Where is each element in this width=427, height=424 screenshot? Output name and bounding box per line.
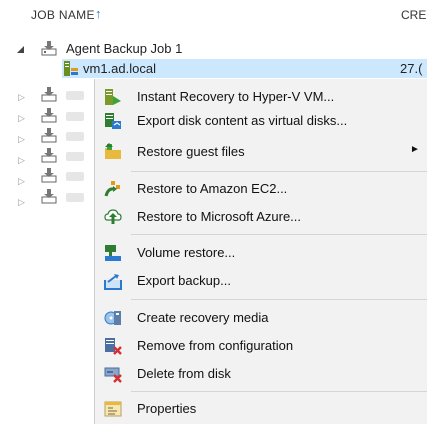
menu-item-label: Restore to Microsoft Azure...	[137, 209, 302, 224]
menu-item-remove-from-configuration[interactable]: Remove from configuration	[95, 334, 427, 358]
agent-backup-icon	[41, 128, 57, 143]
recovery-media-icon	[104, 311, 121, 325]
agent-backup-icon	[41, 189, 57, 204]
menu-item-label: Export disk content as virtual disks...	[137, 113, 348, 128]
expanded-arrow-icon[interactable]	[17, 46, 25, 54]
agent-backup-icon	[41, 41, 57, 56]
collapsed-arrow-icon[interactable]: ▷	[18, 92, 25, 103]
blurred-label	[66, 112, 84, 121]
menu-separator	[131, 299, 427, 300]
blurred-label	[66, 172, 84, 181]
menu-item-label: Create recovery media	[137, 310, 269, 325]
agent-backup-icon	[41, 168, 57, 183]
menu-item-label: Instant Recovery to Hyper-V VM...	[137, 89, 335, 104]
menu-item-restore-azure[interactable]: Restore to Microsoft Azure...	[95, 205, 427, 229]
vm-label: vm1.ad.local	[83, 61, 156, 76]
menu-item-properties[interactable]: Properties	[95, 397, 427, 421]
menu-item-create-recovery-media[interactable]: Create recovery media	[95, 306, 427, 330]
collapsed-arrow-icon[interactable]: ▷	[18, 197, 25, 208]
export-disk-icon	[105, 113, 121, 129]
menu-item-export-disk[interactable]: Export disk content as virtual disks...	[95, 109, 427, 133]
agent-backup-icon	[41, 108, 57, 123]
menu-item-label: Volume restore...	[137, 245, 236, 260]
export-backup-icon	[104, 274, 122, 290]
menu-item-volume-restore[interactable]: Volume restore...	[95, 241, 427, 265]
vm-created-value: 27.(	[400, 61, 423, 76]
vm-disk-icon	[64, 61, 78, 76]
menu-item-instant-recovery[interactable]: Instant Recovery to Hyper-V VM...	[95, 85, 427, 109]
menu-item-label: Remove from configuration	[137, 338, 294, 353]
blurred-label	[66, 132, 84, 141]
menu-item-export-backup[interactable]: Export backup...	[95, 269, 427, 293]
agent-backup-icon	[41, 148, 57, 163]
menu-separator	[131, 234, 427, 235]
menu-item-label: Restore guest files	[137, 144, 245, 159]
azure-icon	[104, 209, 122, 224]
menu-item-label: Restore to Amazon EC2...	[137, 181, 288, 196]
delete-disk-icon	[104, 367, 122, 383]
menu-item-delete-from-disk[interactable]: Delete from disk	[95, 362, 427, 386]
menu-item-restore-guest-files[interactable]: Restore guest files ►	[95, 140, 427, 164]
collapsed-arrow-icon[interactable]: ▷	[18, 134, 25, 145]
created-column-header[interactable]: CRE	[401, 8, 426, 22]
agent-backup-icon	[41, 87, 57, 102]
blurred-label	[66, 193, 84, 202]
menu-item-label: Export backup...	[137, 273, 231, 288]
collapsed-arrow-icon[interactable]: ▷	[18, 176, 25, 187]
blurred-label	[66, 91, 84, 100]
submenu-arrow-icon: ►	[410, 144, 420, 155]
menu-item-restore-ec2[interactable]: Restore to Amazon EC2...	[95, 177, 427, 201]
restore-guest-files-icon	[105, 143, 121, 159]
column-header: JOB NAME ↑ CRE	[0, 0, 427, 30]
volume-restore-icon	[105, 245, 121, 261]
menu-separator	[131, 171, 427, 172]
collapsed-arrow-icon[interactable]: ▷	[18, 113, 25, 124]
menu-separator	[131, 391, 427, 392]
menu-item-label: Properties	[137, 401, 197, 416]
menu-item-label: Delete from disk	[137, 366, 231, 381]
blurred-label	[66, 152, 84, 161]
collapsed-arrow-icon[interactable]: ▷	[18, 155, 25, 166]
job-name-column-header[interactable]: JOB NAME	[31, 8, 95, 22]
context-menu: Instant Recovery to Hyper-V VM... Export…	[94, 79, 427, 424]
properties-icon	[104, 401, 122, 417]
sort-ascending-icon: ↑	[95, 6, 102, 21]
remove-config-icon	[105, 338, 122, 355]
tree-row-job[interactable]: Agent Backup Job 1	[0, 39, 427, 58]
job-label: Agent Backup Job 1	[66, 41, 183, 56]
amazon-ec2-icon	[104, 181, 120, 197]
instant-recovery-icon	[105, 89, 121, 105]
